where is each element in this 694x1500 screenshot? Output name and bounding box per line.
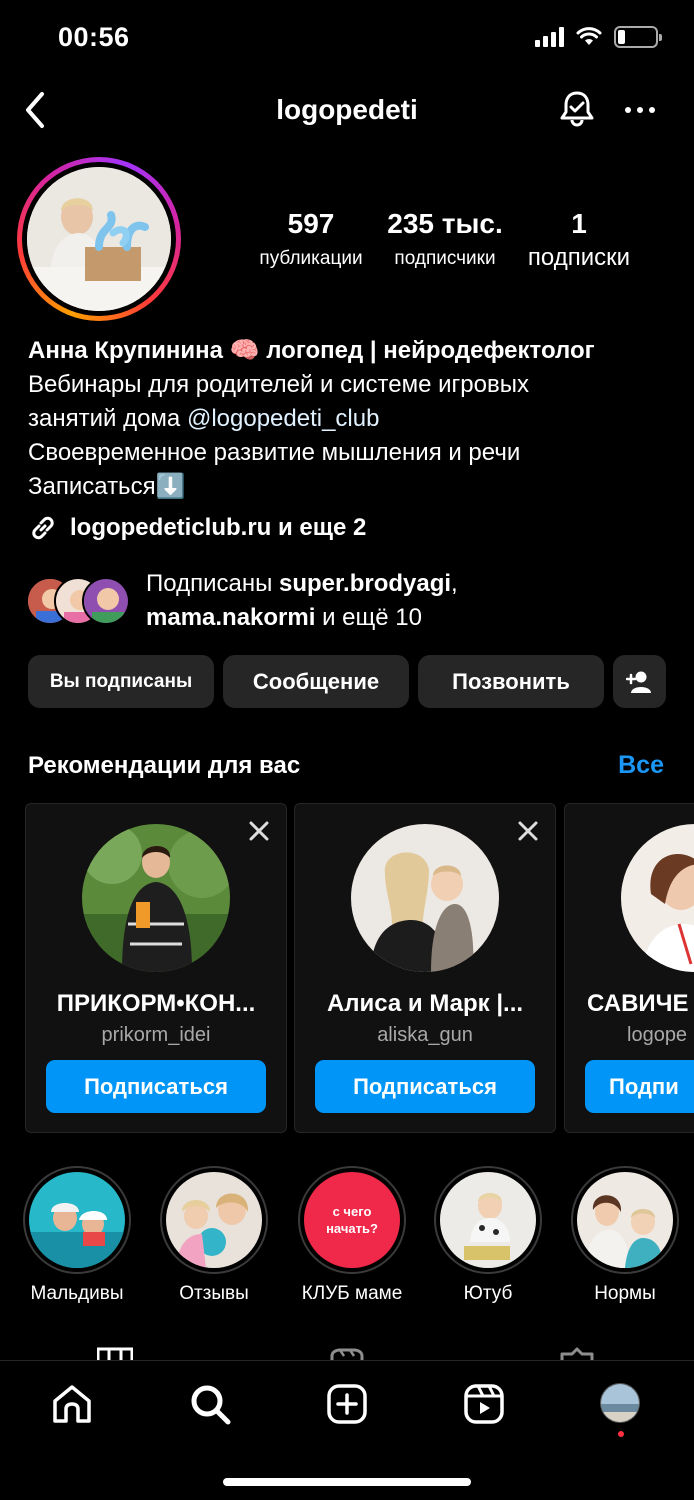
posts-count[interactable]: 597 публикации <box>248 208 374 270</box>
story-highlight-cover: с чего начать? <box>304 1172 400 1268</box>
wifi-icon <box>576 27 602 45</box>
story-highlight[interactable]: с чего начать? КЛУБ маме <box>297 1166 407 1305</box>
recommendation-handle: aliska_gun <box>377 1024 473 1046</box>
more-options-icon[interactable] <box>620 92 660 128</box>
recommendation-handle: logope <box>627 1024 688 1046</box>
search-icon[interactable] <box>187 1381 233 1427</box>
profile-avatar-story-ring[interactable] <box>17 157 181 321</box>
reels-tab-icon[interactable] <box>328 1346 366 1360</box>
mutual-followers[interactable]: Подписаны super.brodyagi, mama.nakormi и… <box>26 566 526 636</box>
battery-level <box>618 30 626 44</box>
profile-display-name: Анна Крупинина 🧠 логопед | нейродефектол… <box>28 337 595 364</box>
profile-tab-avatar[interactable] <box>600 1383 640 1423</box>
story-highlight-label: Мальдивы <box>30 1283 124 1304</box>
recommendation-name: Алиса и Марк |... <box>326 990 524 1017</box>
recommendations-title: Рекомендации для вас <box>28 752 301 779</box>
mutual-followers-prefix: Подписаны <box>146 570 279 597</box>
mutual-followers-text: Подписаны super.brodyagi, mama.nakormi и… <box>146 567 526 635</box>
link-icon <box>32 516 54 540</box>
profile-stats: 597 публикации 235 тыс. подписчики 1 под… <box>248 208 648 288</box>
recommendation-avatar[interactable] <box>351 824 499 972</box>
profile-link-text: logopedeticlub.ru и еще 2 <box>70 514 367 541</box>
recommendation-handle: prikorm_idei <box>101 1024 211 1046</box>
story-highlight-cover <box>29 1172 125 1268</box>
follow-button[interactable]: Подписаться <box>315 1060 535 1113</box>
cellular-signal-icon <box>535 27 564 47</box>
avatar-photo-illustration <box>27 167 171 311</box>
story-highlight[interactable]: Мальдивы <box>23 1166 131 1305</box>
story-highlight-cover <box>577 1172 673 1268</box>
story-highlight-label: КЛУБ маме <box>301 1283 403 1304</box>
bio-line: Вебинары для родителей и системе игровых <box>28 371 529 398</box>
home-icon[interactable] <box>49 1381 95 1427</box>
mutual-follower-username[interactable]: mama.nakormi <box>146 604 315 631</box>
story-highlight[interactable]: Ютуб <box>434 1166 542 1305</box>
following-count[interactable]: 1 подписки <box>516 208 642 272</box>
following-count-value: 1 <box>571 208 587 239</box>
create-post-icon[interactable] <box>324 1381 370 1427</box>
home-indicator <box>223 1478 471 1486</box>
recommendation-avatar[interactable] <box>621 824 694 972</box>
profile-links[interactable]: logopedeticlub.ru и еще 2 <box>28 511 366 545</box>
follow-button[interactable]: Подпи <box>585 1060 694 1113</box>
following-button[interactable]: Вы подписаны <box>28 655 214 708</box>
followers-count-label: подписчики <box>394 248 496 269</box>
recommendation-name: ПРИКОРМ•КОН... <box>56 990 256 1017</box>
posts-count-label: публикации <box>259 248 363 269</box>
recommendations-see-all-link[interactable]: Все <box>618 751 664 780</box>
bio-mention-link[interactable]: @logopedeti_club <box>187 405 380 432</box>
story-highlight-cover <box>440 1172 536 1268</box>
add-person-icon <box>625 671 651 693</box>
notifications-bell-icon[interactable] <box>556 88 598 130</box>
story-highlight[interactable]: Нормы <box>571 1166 679 1305</box>
follow-button[interactable]: Подписаться <box>46 1060 266 1113</box>
message-button[interactable]: Сообщение <box>223 655 409 708</box>
bio-line: занятий дома @logopedeti_club <box>28 402 678 436</box>
activity-dot <box>618 1431 624 1437</box>
story-highlight-label: Нормы <box>594 1283 656 1304</box>
status-time: 00:56 <box>58 22 130 52</box>
bio-line: Записаться⬇️ <box>28 473 186 500</box>
reels-icon[interactable] <box>461 1381 507 1427</box>
suggested-accounts-button[interactable] <box>613 655 666 708</box>
close-icon[interactable] <box>246 818 272 844</box>
mutual-follower-username[interactable]: super.brodyagi <box>279 570 451 597</box>
status-icons <box>535 26 662 48</box>
call-button[interactable]: Позвонить <box>418 655 604 708</box>
profile-header: logopedeti <box>0 80 694 140</box>
recommendation-card[interactable]: САВИЧЕ logope Подпи <box>564 803 694 1133</box>
battery-icon <box>614 26 662 48</box>
followers-count-value: 235 тыс. <box>387 208 503 239</box>
posts-count-value: 597 <box>287 208 335 239</box>
recommendation-card[interactable]: Алиса и Марк |... aliska_gun Подписаться <box>294 803 556 1133</box>
story-highlight[interactable]: Отзывы <box>160 1166 268 1305</box>
story-highlight-label: Ютуб <box>463 1283 513 1304</box>
recommendation-avatar[interactable] <box>82 824 230 972</box>
profile-avatar <box>27 167 171 311</box>
bio-line-text: занятий дома <box>28 405 187 432</box>
recommendation-card[interactable]: ПРИКОРМ•КОН... prikorm_idei Подписаться <box>25 803 287 1133</box>
story-highlight-label: Отзывы <box>179 1283 249 1304</box>
profile-bio: Анна Крупинина 🧠 логопед | нейродефектол… <box>28 334 678 504</box>
mutual-follower-avatar <box>82 577 130 625</box>
story-highlight-cover-text: начать? <box>326 1221 378 1236</box>
grid-tab-icon[interactable] <box>97 1346 133 1360</box>
bio-line: Своевременное развитие мышления и речи <box>28 439 521 466</box>
status-bar: 00:56 <box>0 0 694 76</box>
mutual-followers-separator: , <box>451 570 458 597</box>
story-highlight-cover <box>166 1172 262 1268</box>
recommendation-name: САВИЧЕ <box>587 990 689 1017</box>
following-count-label: подписки <box>527 244 631 271</box>
tagged-tab-icon[interactable] <box>558 1346 596 1360</box>
story-highlight-cover-text: с чего <box>332 1204 372 1219</box>
followers-count[interactable]: 235 тыс. подписчики <box>384 208 506 270</box>
close-icon[interactable] <box>515 818 541 844</box>
mutual-followers-suffix: и ещё 10 <box>315 604 422 631</box>
